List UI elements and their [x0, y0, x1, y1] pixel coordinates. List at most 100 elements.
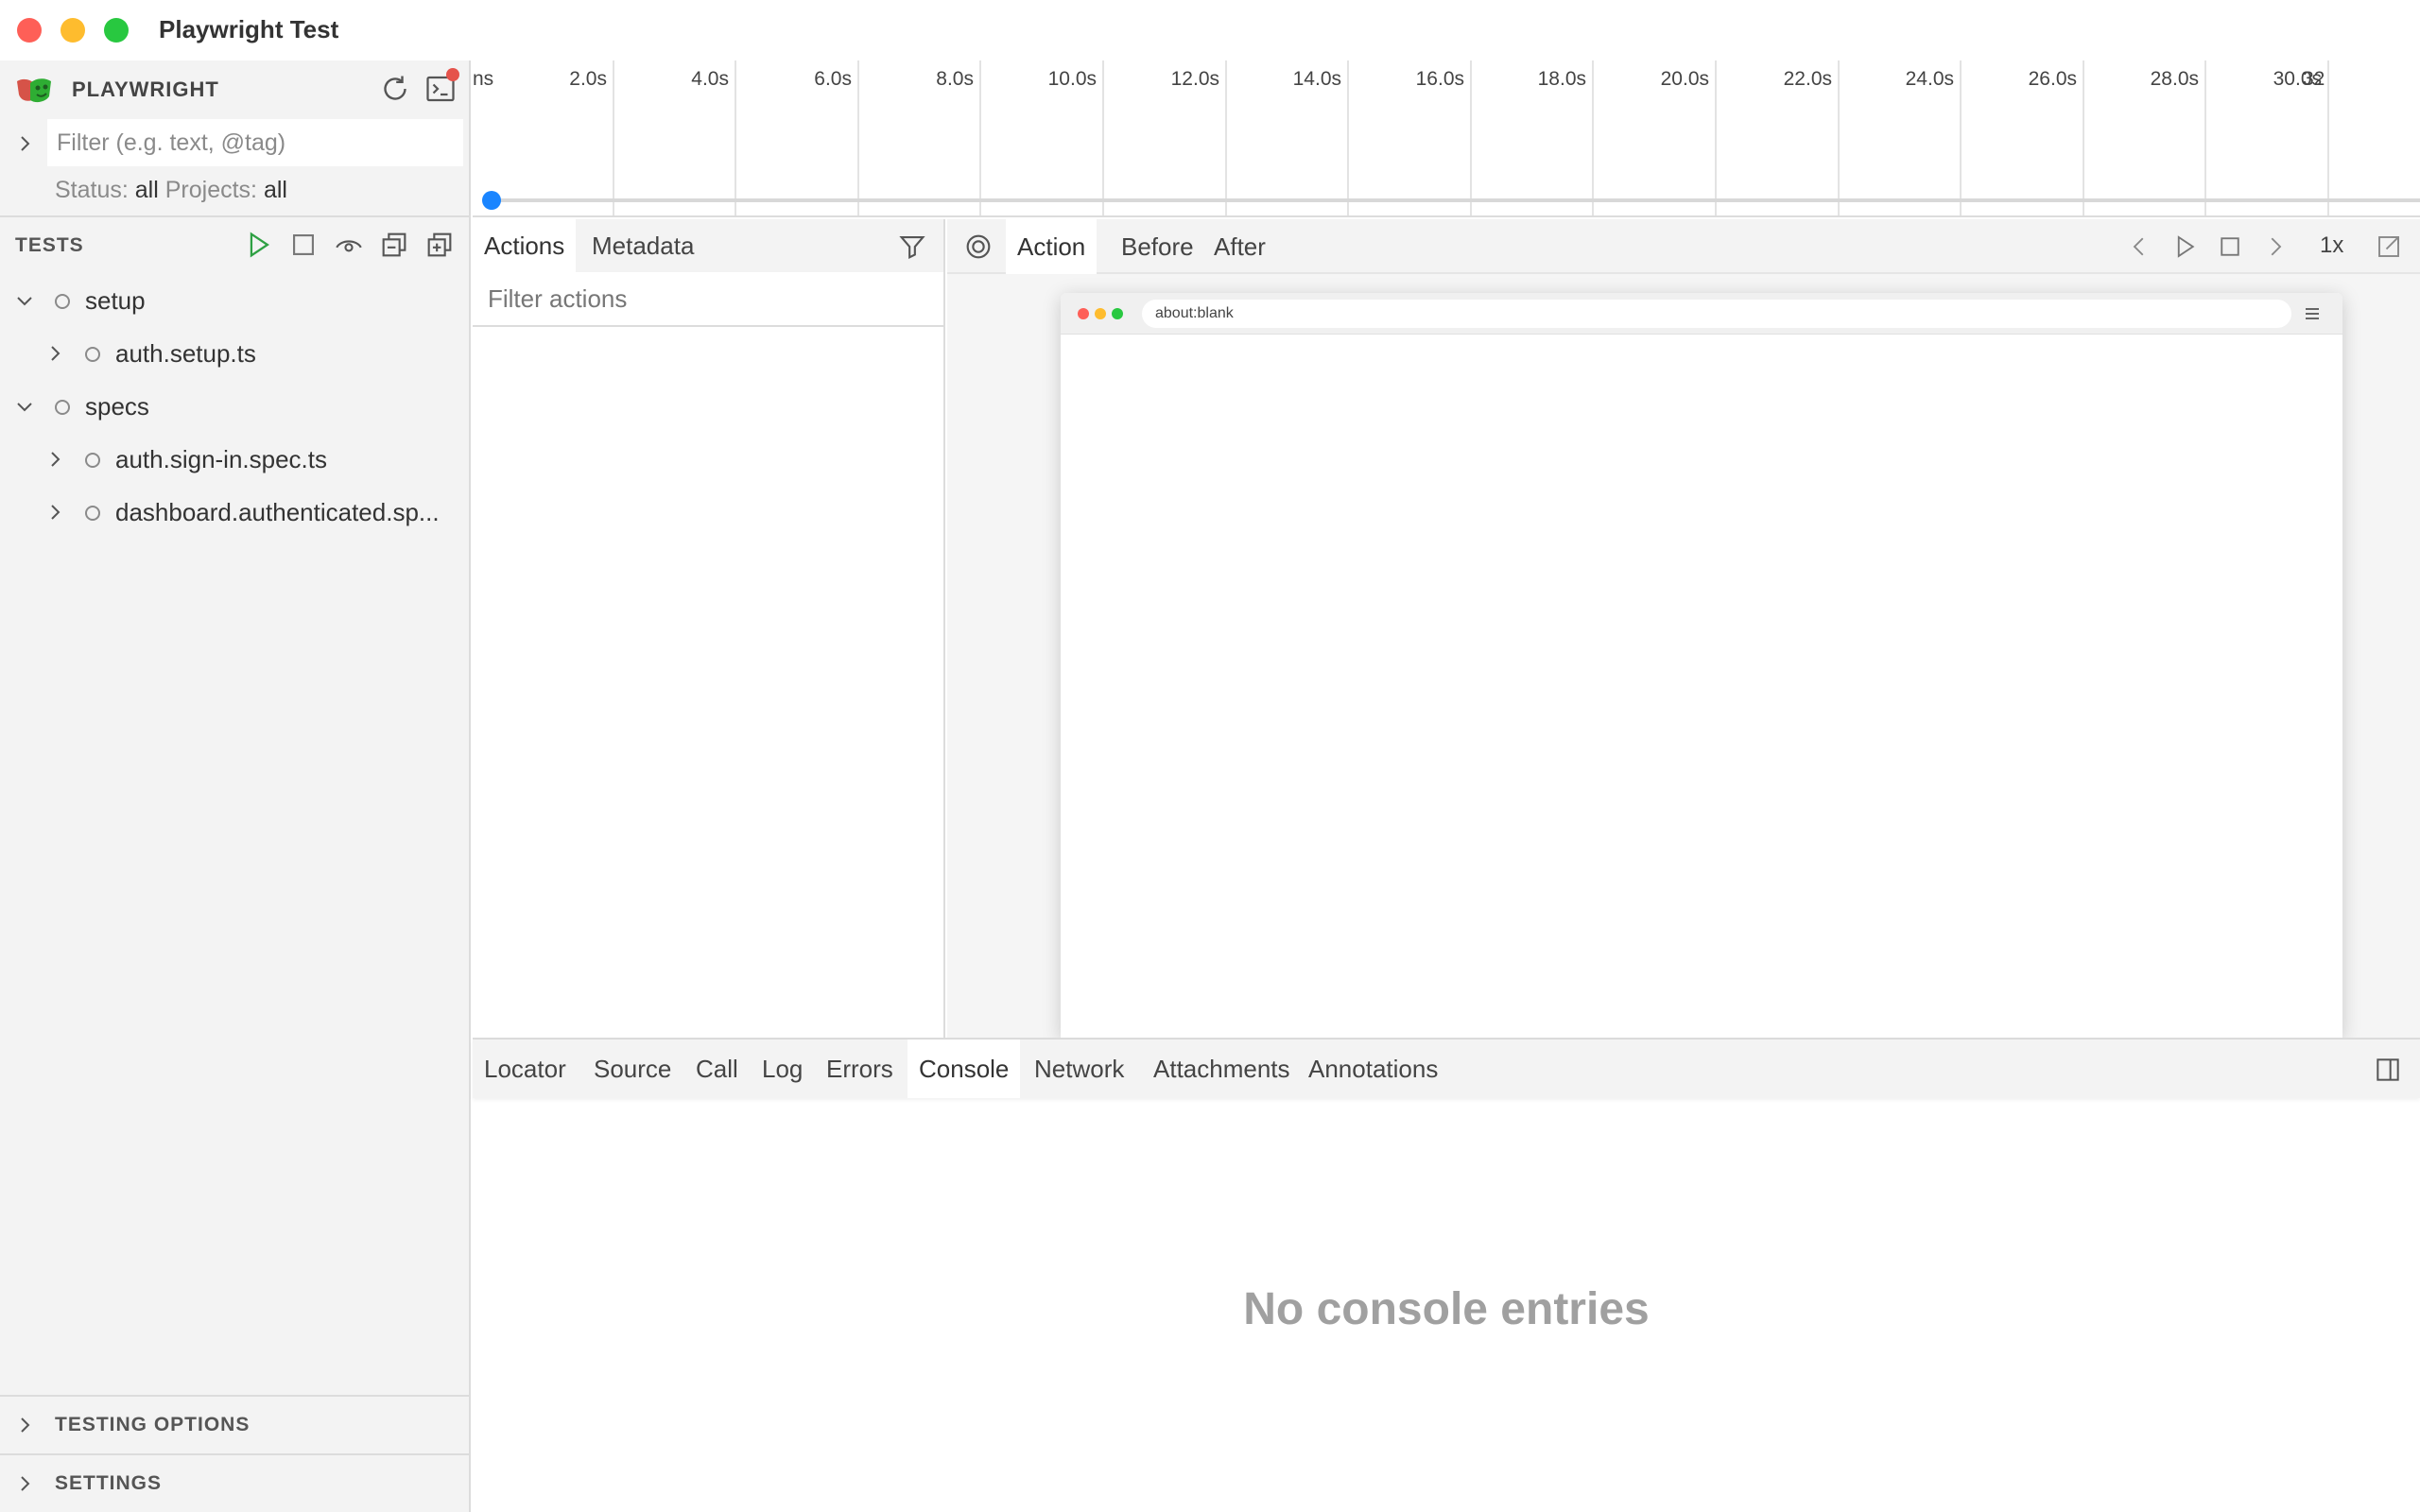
chevron-right-icon[interactable] [13, 1414, 36, 1436]
tab-actions[interactable]: Actions [473, 219, 577, 272]
timeline-tick-line [1592, 60, 1594, 215]
playback-speed[interactable]: 1x [2320, 232, 2343, 259]
open-external-icon[interactable] [2375, 232, 2403, 261]
timeline-tick-line [1347, 60, 1349, 215]
close-window-button[interactable] [17, 18, 42, 43]
expand-all-icon[interactable] [424, 229, 456, 261]
timeline[interactable]: ns 2.0s 4.0s 6.0s 8.0s 10.0s 12.0s 14.0s 16.0s 18… [473, 60, 2420, 217]
empty-console-message: No console entries [1243, 1284, 1650, 1334]
timeline-tick-line [1470, 60, 1472, 215]
status-circle-icon [55, 400, 70, 415]
browser-frame: about:blank [1061, 293, 2342, 1038]
notification-dot [446, 68, 459, 81]
browser-min-dot [1095, 308, 1106, 319]
collapse-all-icon[interactable] [378, 229, 410, 261]
browser-close-dot [1078, 308, 1089, 319]
chevron-right-icon[interactable] [43, 342, 66, 365]
tree-item-specs[interactable]: specs [0, 380, 469, 433]
test-filter-input[interactable] [47, 119, 463, 166]
tab-network[interactable]: Network [1023, 1040, 1135, 1098]
tree-item-auth-setup[interactable]: auth.setup.ts [0, 327, 469, 380]
reload-icon[interactable] [378, 72, 412, 106]
timeline-tick-line [613, 60, 614, 215]
chevron-right-icon[interactable] [13, 132, 36, 155]
section-label: SETTINGS [55, 1472, 163, 1494]
snapshot-area: about:blank [947, 274, 2420, 1038]
timeline-tick-label: 16.0s [1415, 68, 1464, 90]
timeline-tick-label: 4.0s [691, 68, 729, 90]
run-all-icon[interactable] [242, 229, 274, 261]
split-layout-icon[interactable] [2373, 1055, 2403, 1085]
tab-source[interactable]: Source [582, 1040, 683, 1098]
chevron-right-icon[interactable] [43, 501, 66, 524]
timeline-tick-line [1102, 60, 1104, 215]
timeline-tick-label: 2.0s [569, 68, 607, 90]
maximize-window-button[interactable] [104, 18, 129, 43]
stop-icon[interactable] [287, 229, 320, 261]
snapshot-toolbar: Action Before After 1x [947, 219, 2420, 274]
timeline-tick-label: 20.0s [1660, 68, 1709, 90]
status-circle-icon [85, 347, 100, 362]
projects-value[interactable]: all [264, 177, 287, 203]
sidebar: PLAYWRIGHT Status: all Projects: all TES… [0, 60, 471, 1512]
play-icon[interactable] [2170, 232, 2199, 261]
tab-before[interactable]: Before [1110, 219, 1205, 274]
stop-icon[interactable] [2216, 232, 2244, 261]
tree-item-dashboard-spec[interactable]: dashboard.authenticated.sp... [0, 486, 469, 539]
watch-icon[interactable] [333, 229, 365, 261]
timeline-tick-line [1715, 60, 1717, 215]
url-bar: about:blank [1142, 300, 2291, 328]
tab-annotations[interactable]: Annotations [1297, 1040, 1449, 1098]
chevron-down-icon[interactable] [13, 395, 36, 418]
actions-panel: Actions Metadata [473, 219, 945, 1038]
tree-item-setup[interactable]: setup [0, 274, 469, 327]
chevron-left-icon[interactable] [2125, 232, 2153, 261]
chevron-down-icon[interactable] [13, 289, 36, 312]
tab-after[interactable]: After [1202, 219, 1277, 274]
tab-attachments[interactable]: Attachments [1142, 1040, 1302, 1098]
tab-action[interactable]: Action [1006, 219, 1098, 274]
hamburger-menu-icon [2301, 302, 2324, 325]
timeline-cursor[interactable] [482, 191, 501, 210]
timeline-tick-line [979, 60, 981, 215]
projects-label: Projects: [164, 177, 258, 203]
tab-errors[interactable]: Errors [815, 1040, 905, 1098]
status-projects-line: Status: all Projects: all [55, 177, 287, 204]
timeline-tick-label: 8.0s [936, 68, 974, 90]
tab-console[interactable]: Console [908, 1040, 1021, 1098]
tree-item-label: specs [85, 392, 149, 421]
playwright-logo-icon [13, 72, 55, 110]
chevron-right-icon[interactable] [13, 1472, 36, 1495]
tab-metadata[interactable]: Metadata [580, 219, 705, 272]
timeline-tick-line [2204, 60, 2206, 215]
timeline-tick-line [2083, 60, 2084, 215]
details-tab-bar: Locator Source Call Log Errors Console N… [473, 1040, 2420, 1098]
chevron-right-icon[interactable] [43, 448, 66, 471]
browser-max-dot [1112, 308, 1123, 319]
section-testing-options[interactable]: TESTING OPTIONS [0, 1397, 469, 1453]
status-circle-icon [85, 506, 100, 521]
tab-call[interactable]: Call [684, 1040, 750, 1098]
timeline-tick-label: 22.0s [1783, 68, 1832, 90]
filter-actions-input[interactable] [473, 272, 943, 327]
status-value[interactable]: all [135, 177, 159, 203]
tab-log[interactable]: Log [751, 1040, 814, 1098]
timeline-tick-label: 6.0s [814, 68, 852, 90]
section-settings[interactable]: SETTINGS [0, 1455, 469, 1512]
pick-locator-icon[interactable] [962, 231, 994, 263]
tab-locator[interactable]: Locator [473, 1040, 578, 1098]
filter-icon[interactable] [896, 231, 928, 263]
brand-label: PLAYWRIGHT [72, 77, 219, 101]
timeline-tick-label: 10.0s [1047, 68, 1097, 90]
status-circle-icon [85, 453, 100, 468]
tree-item-label: dashboard.authenticated.sp... [115, 498, 440, 526]
tree-item-auth-sign-in-spec[interactable]: auth.sign-in.spec.ts [0, 433, 469, 486]
timeline-tick-line [1225, 60, 1227, 215]
chevron-right-icon[interactable] [2261, 232, 2290, 261]
status-label: Status: [55, 177, 129, 203]
timeline-track[interactable] [490, 198, 2420, 202]
timeline-tick-label: 12.0s [1170, 68, 1219, 90]
tree-item-label: setup [85, 286, 146, 315]
minimize-window-button[interactable] [60, 18, 85, 43]
timeline-tick-line [857, 60, 859, 215]
